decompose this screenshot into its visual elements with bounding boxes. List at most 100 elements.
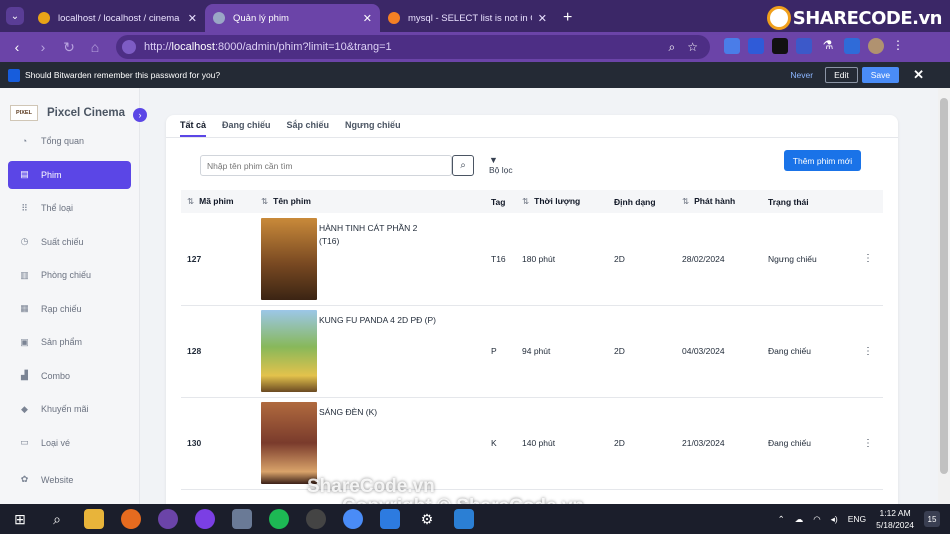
vscode-icon[interactable]	[454, 509, 474, 529]
speaker-icon[interactable]: ◂)	[831, 514, 838, 525]
column-header-id[interactable]: ⇅ Mã phim	[181, 190, 261, 213]
column-header-release[interactable]: ⇅ Phát hành	[682, 190, 768, 213]
close-tab-icon[interactable]: ✕	[188, 12, 197, 25]
row-actions-icon[interactable]: ⋮	[853, 305, 883, 398]
profile-avatar[interactable]	[868, 38, 884, 54]
row-actions-icon[interactable]: ⋮	[853, 213, 883, 306]
collapse-sidebar-button[interactable]: ›	[133, 108, 147, 122]
sidebar-item-products[interactable]: ▣ Sản phẩm	[8, 328, 131, 356]
page-scrollbar[interactable]	[938, 88, 950, 504]
notification-badge[interactable]: 15	[924, 511, 940, 527]
clock[interactable]: 1:12 AM 5/18/2024	[876, 507, 914, 531]
sort-icon[interactable]: ⇅	[682, 196, 689, 206]
sidebar-item-genres[interactable]: ⠿ Thể loại	[8, 194, 131, 222]
sort-icon[interactable]: ⇅	[261, 196, 268, 206]
back-arrow-icon[interactable]: ‹	[4, 39, 30, 55]
sidebar-item-website[interactable]: ✿ Website	[8, 466, 131, 494]
tab-coming-soon[interactable]: Sắp chiếu	[287, 115, 330, 137]
row-actions-icon[interactable]: ⋮	[853, 397, 883, 490]
settings-gear-icon[interactable]: ⚙	[417, 509, 437, 529]
site-info-icon[interactable]	[122, 40, 136, 54]
close-tab-icon[interactable]: ✕	[538, 12, 547, 25]
translate-icon[interactable]	[724, 38, 740, 54]
url-field[interactable]: http://localhost:8000/admin/phim?limit=1…	[116, 35, 710, 59]
reload-icon[interactable]: ↻	[56, 39, 82, 56]
pie-chart-icon: ◔	[21, 136, 28, 146]
home-icon[interactable]: ⌂	[82, 39, 108, 55]
app-icon[interactable]	[232, 509, 252, 529]
sidebar-item-showtimes[interactable]: ◷ Suất chiếu	[8, 228, 131, 256]
search-icon: ⌕	[460, 160, 466, 171]
forward-arrow-icon[interactable]: ›	[30, 39, 56, 55]
more-menu-icon[interactable]: ⋮	[892, 38, 908, 54]
tab-now-showing[interactable]: Đang chiếu	[222, 115, 271, 137]
add-movie-button[interactable]: Thêm phim mới	[784, 150, 861, 171]
search-button[interactable]: ⌕	[452, 155, 474, 176]
sidebar-item-rooms[interactable]: ▥ Phòng chiếu	[8, 261, 131, 289]
sidebar-item-promotions[interactable]: ◆ Khuyến mãi	[8, 395, 131, 423]
sort-icon[interactable]: ⇅	[187, 196, 194, 206]
movie-poster[interactable]	[261, 310, 317, 392]
close-tab-icon[interactable]: ✕	[363, 12, 372, 25]
wifi-icon[interactable]: ◠	[813, 514, 820, 525]
close-icon[interactable]: ✕	[913, 67, 924, 83]
lab-flask-icon[interactable]: ⚗	[820, 38, 836, 54]
movie-tag: K	[491, 397, 522, 490]
movie-status: Đang chiếu	[768, 397, 853, 490]
app-icon[interactable]	[380, 509, 400, 529]
url-text: http://localhost:8000/admin/phim?limit=1…	[144, 41, 392, 53]
browser-icon[interactable]	[158, 509, 178, 529]
logo-text: SHARECODE.vn	[792, 7, 943, 29]
sidebar-item-dashboard[interactable]: ◔ Tổng quan	[8, 127, 131, 155]
new-tab-button[interactable]: +	[563, 4, 572, 32]
chevron-up-icon[interactable]: ⌃	[778, 514, 785, 525]
building-icon: ▥	[20, 269, 29, 280]
sort-icon[interactable]: ⇅	[522, 196, 529, 206]
never-link[interactable]: Never	[790, 70, 813, 80]
movie-name-cell: SÁNG ĐÈN (K)	[261, 397, 491, 490]
search-icon[interactable]: ⌕	[47, 509, 67, 529]
tab-stopped[interactable]: Ngưng chiếu	[345, 115, 401, 137]
browser-tab[interactable]: mysql - SELECT list is not in GR ✕	[380, 4, 555, 32]
file-explorer-icon[interactable]	[84, 509, 104, 529]
app-icon[interactable]	[306, 509, 326, 529]
table-row[interactable]: 127 HÀNH TINH CÁT PHẦN 2 (T16) T16 180 p…	[181, 213, 883, 306]
zoom-icon[interactable]: ⌕	[669, 40, 676, 55]
spotify-icon[interactable]	[269, 509, 289, 529]
firefox-icon[interactable]	[121, 509, 141, 529]
filter-button[interactable]: ▼ Bộ lọc	[489, 155, 513, 175]
tab-all[interactable]: Tất cả	[180, 115, 207, 137]
column-header-status: Trạng thái	[768, 190, 853, 213]
language-indicator[interactable]: ENG	[848, 514, 866, 524]
table-row[interactable]: 130 SÁNG ĐÈN (K) K 140 phút 2D 21/03/202…	[181, 397, 883, 490]
bitwarden-icon[interactable]	[748, 38, 764, 54]
sidebar-item-label: Phim	[41, 169, 62, 180]
windows-start-icon[interactable]: ⊞	[10, 509, 30, 529]
brand[interactable]: PIXEL Pixcel Cinema	[0, 88, 139, 126]
movie-poster[interactable]	[261, 402, 317, 484]
cloud-icon[interactable]: ☁	[795, 514, 804, 525]
sidebar-item-ticket-types[interactable]: ▭ Loại vé	[8, 429, 131, 457]
bookmark-icon[interactable]: ☆	[687, 40, 698, 54]
sidebar-toggle-icon[interactable]	[844, 38, 860, 54]
tab-search-button[interactable]: ⌄	[0, 0, 30, 32]
sidebar-item-combo[interactable]: ▟ Combo	[8, 362, 131, 390]
app-icon[interactable]	[343, 509, 363, 529]
scrollbar-thumb[interactable]	[940, 98, 948, 474]
save-button[interactable]: Save	[861, 67, 900, 83]
browser-tab[interactable]: localhost / localhost / cinema / ✕	[30, 4, 205, 32]
column-header-name[interactable]: ⇅ Tên phim	[261, 190, 491, 213]
tab-title: Quản lý phim	[233, 12, 289, 24]
app-icon[interactable]	[195, 509, 215, 529]
search-input[interactable]	[200, 155, 452, 176]
edit-button[interactable]: Edit	[825, 67, 858, 83]
extension-icon[interactable]	[772, 38, 788, 54]
browser-tab-active[interactable]: Quản lý phim ✕	[205, 4, 380, 32]
movie-poster[interactable]	[261, 217, 317, 300]
column-header-duration[interactable]: ⇅ Thời lượng	[522, 190, 614, 213]
table-row[interactable]: 128 KUNG FU PANDA 4 2D PĐ (P) P 94 phút …	[181, 305, 883, 398]
status-filter-tabs: Tất cả Đang chiếu Sắp chiếu Ngưng chiếu	[166, 115, 898, 138]
sidebar-item-movies[interactable]: ▤ Phim	[8, 160, 131, 189]
sidebar-item-theaters[interactable]: ▦ Rạp chiếu	[8, 295, 131, 323]
extension-icon[interactable]	[796, 38, 812, 54]
